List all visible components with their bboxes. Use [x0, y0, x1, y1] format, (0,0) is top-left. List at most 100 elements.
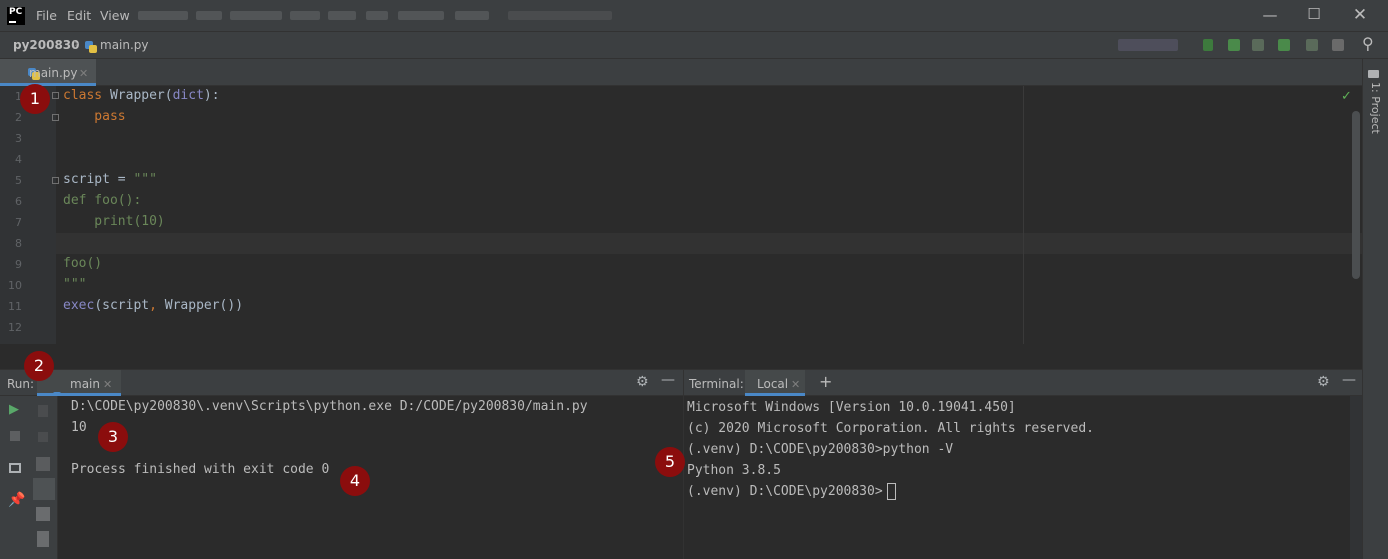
menu-blurred[interactable] [230, 11, 282, 20]
current-line-highlight [56, 233, 1362, 254]
panel-divider[interactable] [0, 344, 1362, 370]
menu-blurred[interactable] [328, 11, 356, 20]
line-number: 11 [8, 300, 22, 313]
close-terminal-tab-icon[interactable]: ✕ [791, 378, 800, 391]
code-line[interactable]: """ [63, 277, 86, 292]
breadcrumb-project[interactable]: py200830 [13, 38, 80, 52]
hide-panel-icon[interactable]: — [1342, 372, 1356, 388]
toolbar-icon-blurred[interactable] [37, 531, 49, 547]
toolbar-icon-blurred[interactable] [38, 405, 48, 417]
code-line[interactable]: exec(script, Wrapper()) [63, 298, 243, 313]
close-run-tab-icon[interactable]: ✕ [103, 378, 112, 391]
run-tab-label: main [70, 377, 100, 391]
line-number: 9 [15, 258, 22, 271]
toolbar-icon-blurred[interactable] [36, 457, 50, 471]
annotation-badge-2: 2 [24, 351, 54, 381]
code-line[interactable]: pass [63, 109, 125, 124]
right-margin-guide [1023, 86, 1024, 344]
editor-tab-label: main.py [29, 66, 78, 80]
menu-blurred[interactable] [398, 11, 444, 20]
code-token: dict [172, 88, 204, 103]
new-terminal-tab-icon[interactable]: + [819, 372, 832, 391]
toolbar-icon-blurred[interactable] [1228, 39, 1240, 51]
code-line[interactable]: def foo(): [63, 193, 141, 208]
close-tab-icon[interactable]: ✕ [79, 67, 88, 80]
breadcrumb-file[interactable]: main.py [100, 38, 149, 52]
python-file-icon [85, 41, 97, 53]
toolbar-icon-blurred[interactable] [36, 507, 50, 521]
terminal-output-line: (c) 2020 Microsoft Corporation. All righ… [687, 421, 1094, 436]
toolbar-icon-blurred[interactable] [1252, 39, 1264, 51]
run-output-line: D:\CODE\py200830\.venv\Scripts\python.ex… [71, 399, 588, 414]
code-token: exec [63, 298, 95, 313]
maximize-icon[interactable]: ☐ [1304, 5, 1324, 23]
folder-icon [1368, 70, 1379, 78]
code-line[interactable]: foo() [63, 256, 102, 271]
pin-icon[interactable]: 📌 [8, 492, 25, 508]
fold-marker-icon[interactable] [52, 92, 59, 99]
code-token: ): [203, 88, 220, 103]
pycharm-logo-icon: PC [7, 7, 25, 25]
menu-blurred[interactable] [366, 11, 388, 20]
terminal-scrollbar[interactable] [1350, 396, 1362, 559]
fold-marker-icon[interactable] [52, 114, 59, 121]
hide-panel-icon[interactable]: — [661, 372, 675, 388]
menu-file[interactable]: File [36, 8, 57, 23]
run-console[interactable] [58, 396, 683, 559]
code-token: , [149, 298, 165, 313]
layout-icon[interactable] [9, 463, 21, 473]
terminal-output-line: Python 3.8.5 [687, 463, 781, 478]
project-tool-button[interactable]: 1: Project [1366, 82, 1386, 138]
run-toolbar [0, 396, 30, 559]
terminal-output-line: Microsoft Windows [Version 10.0.19041.45… [687, 400, 1016, 415]
toolbar-icon-blurred[interactable] [1278, 39, 1290, 51]
gear-icon[interactable]: ⚙ [636, 374, 649, 390]
close-icon[interactable]: ✕ [1350, 5, 1370, 25]
fold-marker-icon[interactable] [52, 177, 59, 184]
terminal-output-line: (.venv) D:\CODE\py200830>python -V [687, 442, 954, 457]
line-number: 6 [15, 195, 22, 208]
editor-scrollbar[interactable] [1352, 111, 1360, 279]
toolbar-icon-blurred[interactable] [38, 432, 48, 442]
code-line[interactable]: script = """ [63, 172, 157, 187]
annotation-badge-5: 5 [655, 447, 685, 477]
code-line[interactable]: print(10) [63, 214, 165, 229]
menu-blurred[interactable] [196, 11, 222, 20]
navigation-bar [0, 31, 1388, 59]
code-token: Wrapper()) [164, 298, 244, 313]
line-number: 10 [8, 279, 22, 292]
run-panel-label: Run: [7, 377, 35, 391]
rerun-icon[interactable]: ▶ [9, 402, 19, 417]
code-token: def foo(): [63, 193, 142, 208]
toolbar-icon-blurred[interactable] [1203, 39, 1213, 51]
menu-blurred[interactable] [455, 11, 489, 20]
terminal-panel-label: Terminal: [689, 377, 744, 391]
checkmark-icon: ✓ [1341, 89, 1352, 104]
menu-blurred[interactable] [138, 11, 188, 20]
menu-blurred[interactable] [290, 11, 320, 20]
menu-edit[interactable]: Edit [67, 8, 91, 23]
code-token: print(10) [63, 214, 165, 229]
project-tool-label: 1: Project [1369, 82, 1382, 134]
run-output-line: Process finished with exit code 0 [71, 462, 330, 477]
code-token: (script [94, 298, 150, 313]
line-number: 2 [15, 111, 22, 124]
code-line[interactable]: class Wrapper(dict): [63, 88, 220, 103]
line-number: 1 [15, 90, 22, 103]
search-icon[interactable]: ⚲ [1362, 34, 1374, 53]
menu-view[interactable]: View [100, 8, 130, 23]
window-title-blurred [508, 11, 612, 20]
toolbar-icon-blurred[interactable] [33, 478, 55, 500]
stop-icon[interactable] [10, 431, 20, 441]
minimize-icon[interactable]: — [1260, 6, 1280, 24]
toolbar-icon-blurred[interactable] [1306, 39, 1318, 51]
gear-icon[interactable]: ⚙ [1317, 374, 1330, 390]
annotation-badge-4: 4 [340, 466, 370, 496]
run-config-blurred[interactable] [1118, 39, 1178, 51]
line-number: 8 [15, 237, 22, 250]
line-number: 12 [8, 321, 22, 334]
line-number: 4 [15, 153, 22, 166]
code-token: foo() [63, 256, 103, 271]
annotation-badge-1: 1 [20, 84, 50, 114]
toolbar-icon-blurred[interactable] [1332, 39, 1344, 51]
